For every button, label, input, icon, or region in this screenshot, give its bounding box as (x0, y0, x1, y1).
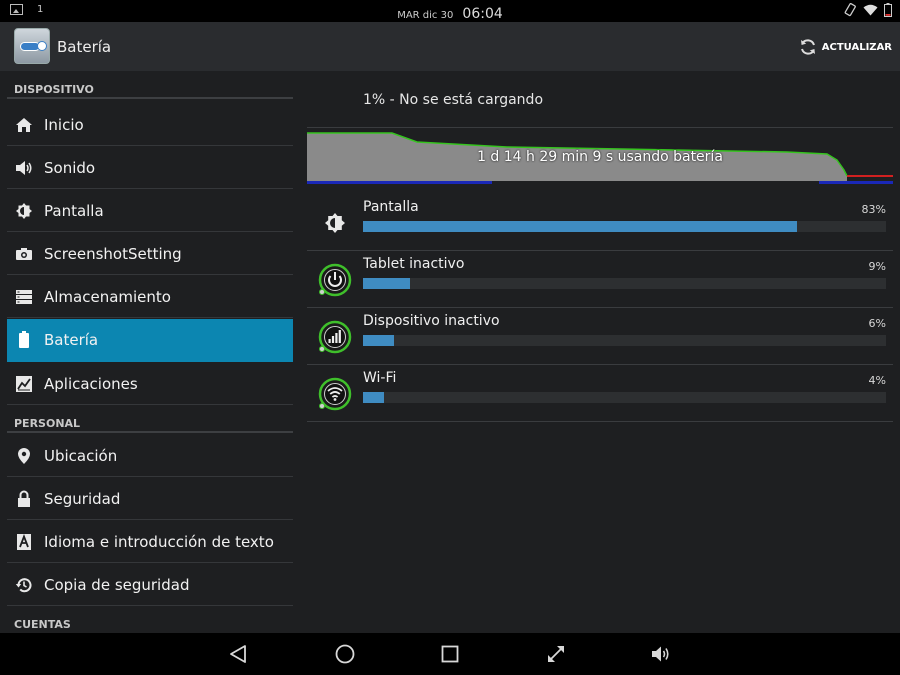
sidebar-item-idioma[interactable]: Idioma e introducción de texto (7, 521, 293, 563)
usage-item-pantalla[interactable]: Pantalla 83% (307, 194, 893, 251)
usage-bar-fill (363, 221, 798, 232)
usage-bar-fill (363, 278, 411, 289)
sidebar-item-label: Idioma e introducción de texto (44, 533, 274, 551)
usage-percent: 4% (868, 374, 886, 387)
settings-app-icon (14, 28, 50, 64)
battery-status-text: 1% - No se está cargando (363, 92, 544, 108)
section-header-device: DISPOSITIVO (7, 71, 293, 99)
usage-bar (363, 221, 886, 232)
wifi-status-icon (863, 4, 878, 16)
sidebar-item-bateria[interactable]: Batería (7, 319, 293, 362)
storage-icon (15, 288, 33, 306)
usage-item-wifi[interactable]: Wi-Fi 4% (307, 365, 893, 422)
usage-bar (363, 392, 886, 403)
settings-sidebar: DISPOSITIVO Inicio Sonido Pantalla Scree (0, 71, 300, 633)
sidebar-item-label: Seguridad (44, 490, 121, 508)
wifi-icon (317, 376, 353, 412)
sidebar-item-inicio[interactable]: Inicio (7, 104, 293, 146)
refresh-button[interactable]: ACTUALIZAR (798, 35, 892, 59)
main-area: DISPOSITIVO Inicio Sonido Pantalla Scree (0, 71, 900, 633)
sidebar-item-ubicacion[interactable]: Ubicación (7, 435, 293, 477)
sidebar-item-label: Aplicaciones (44, 375, 138, 393)
lock-icon (15, 490, 33, 508)
recents-button[interactable] (437, 642, 463, 666)
speaker-icon (15, 159, 33, 177)
usage-name: Dispositivo inactivo (363, 313, 500, 329)
keyboard-a-icon (15, 533, 33, 551)
usage-item-tablet-inactivo[interactable]: Tablet inactivo 9% (307, 251, 893, 308)
usage-name: Pantalla (363, 199, 419, 215)
usage-bar-fill (363, 335, 395, 346)
battery-icon (15, 331, 33, 349)
section-header-personal: PERSONAL (7, 405, 293, 433)
recents-icon (441, 645, 459, 663)
power-icon (317, 262, 353, 298)
refresh-label: ACTUALIZAR (821, 41, 892, 53)
battery-history-graph[interactable]: 1 d 14 h 29 min 9 s usando batería (307, 130, 893, 186)
sidebar-item-pantalla[interactable]: Pantalla (7, 190, 293, 232)
sidebar-item-label: Sonido (44, 159, 96, 177)
section-label: DISPOSITIVO (14, 83, 94, 96)
expand-icon (548, 646, 564, 662)
volume-button[interactable] (648, 642, 674, 666)
camera-icon (15, 245, 33, 263)
rotation-icon (844, 3, 856, 17)
apps-icon (15, 375, 33, 393)
battery-status-icon (884, 3, 892, 17)
battery-time-label: 1 d 14 h 29 min 9 s usando batería (477, 149, 723, 165)
sidebar-item-seguridad[interactable]: Seguridad (7, 478, 293, 520)
sidebar-item-screenshotsetting[interactable]: ScreenshotSetting (7, 233, 293, 275)
section-label: PERSONAL (14, 417, 81, 430)
section-header-accounts: CUENTAS (7, 606, 293, 634)
sidebar-item-almacenamiento[interactable]: Almacenamiento (7, 276, 293, 318)
usage-name: Tablet inactivo (363, 256, 465, 272)
refresh-icon (800, 39, 815, 55)
brightness-icon (15, 202, 33, 220)
usage-name: Wi-Fi (363, 370, 397, 386)
system-navigation-bar (0, 633, 900, 675)
volume-icon (652, 646, 669, 662)
sidebar-item-aplicaciones[interactable]: Aplicaciones (7, 363, 293, 405)
usage-bar-fill (363, 392, 384, 403)
back-button[interactable] (226, 642, 252, 666)
usage-bar (363, 278, 886, 289)
sidebar-item-label: Almacenamiento (44, 288, 171, 306)
app-bar: Batería ACTUALIZAR (0, 22, 900, 71)
sidebar-item-label: Pantalla (44, 202, 104, 220)
brightness-icon (317, 205, 353, 241)
expand-button[interactable] (543, 642, 569, 666)
home-circle-icon (335, 644, 355, 664)
sidebar-item-copia-seguridad[interactable]: Copia de seguridad (7, 564, 293, 606)
sidebar-item-label: Inicio (44, 116, 84, 134)
sidebar-item-label: ScreenshotSetting (44, 245, 182, 263)
sidebar-item-label: Copia de seguridad (44, 576, 190, 594)
home-icon (15, 116, 33, 134)
location-pin-icon (15, 447, 33, 465)
usage-percent: 6% (868, 317, 886, 330)
sidebar-item-sonido[interactable]: Sonido (7, 147, 293, 189)
usage-item-dispositivo-inactivo[interactable]: Dispositivo inactivo 6% (307, 308, 893, 365)
sidebar-item-label: Ubicación (44, 447, 118, 465)
battery-panel: 1% - No se está cargando 1 d 14 h 29 min… (307, 71, 893, 633)
backup-clock-icon (15, 576, 33, 594)
section-label: CUENTAS (14, 618, 71, 631)
status-bar: 1 MAR dic 30 06:04 (0, 0, 900, 22)
back-icon (230, 645, 246, 663)
sidebar-item-label: Batería (44, 331, 99, 349)
status-time: 06:04 (462, 6, 503, 22)
signal-bars-icon (317, 319, 353, 355)
usage-percent: 83% (861, 203, 886, 216)
status-date: MAR dic 30 (397, 10, 454, 21)
usage-percent: 9% (868, 260, 886, 273)
home-button[interactable] (332, 642, 358, 666)
usage-bar (363, 335, 886, 346)
divider (307, 127, 893, 128)
app-title: Batería (57, 38, 112, 56)
